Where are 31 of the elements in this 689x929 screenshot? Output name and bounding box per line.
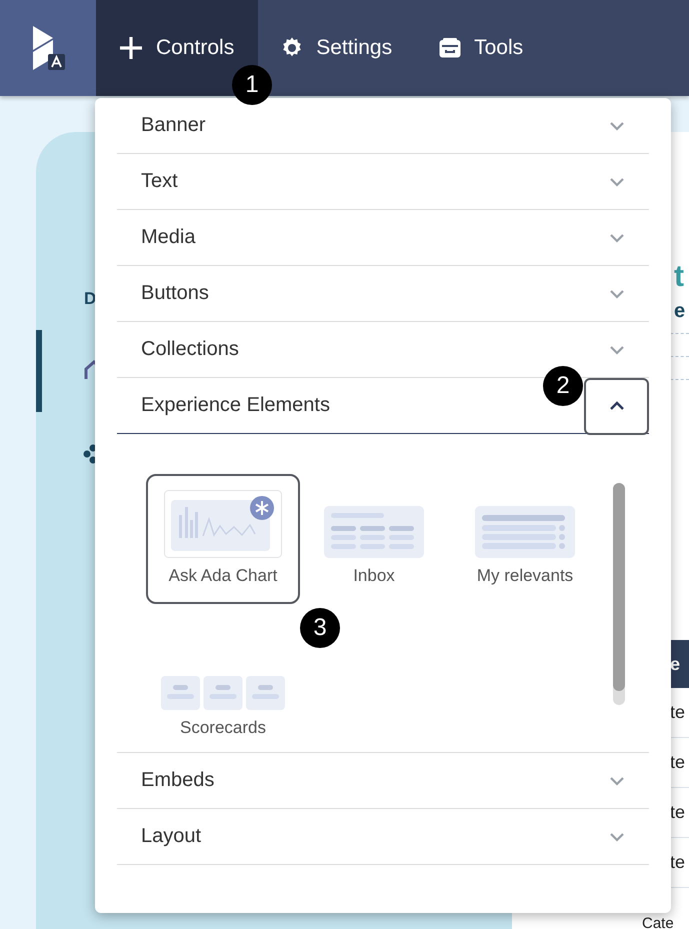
chevron-down-icon[interactable] [609, 832, 625, 842]
nav-tab[interactable]: Tools [416, 0, 548, 96]
logo-icon[interactable] [0, 0, 96, 96]
section-header[interactable]: Layout [117, 809, 649, 865]
toolbox-icon [438, 37, 462, 59]
chevron-down-icon[interactable] [609, 288, 625, 298]
chevron-down-icon[interactable] [609, 344, 625, 354]
element-tile[interactable]: Inbox [297, 474, 451, 604]
collapse-button[interactable] [584, 378, 649, 434]
plus-icon [118, 35, 144, 61]
sidebar-heading: D [84, 289, 96, 309]
chevron-down-icon[interactable] [609, 176, 625, 186]
scrollbar-thumb[interactable] [613, 483, 625, 691]
section-header[interactable]: Media [117, 210, 649, 266]
page-subheading: e [674, 300, 686, 323]
page-heading: t [674, 260, 685, 294]
element-tile[interactable]: Ask Ada Chart [146, 474, 300, 604]
chevron-down-icon[interactable] [609, 232, 625, 242]
list-thumbnail-icon [475, 506, 575, 558]
chevron-down-icon[interactable] [609, 776, 625, 786]
section-header[interactable]: Text [117, 154, 649, 210]
table-cell-text: Cate [641, 914, 675, 929]
chart-thumbnail-icon [164, 490, 282, 558]
table-thumbnail-icon [324, 506, 424, 558]
section-header[interactable]: Embeds [117, 753, 649, 809]
element-tile[interactable]: My relevants [448, 474, 602, 604]
chevron-down-icon[interactable] [609, 120, 625, 130]
chevron-up-icon [608, 401, 624, 411]
scorecards-thumbnail-icon [161, 676, 285, 710]
section-header[interactable]: Buttons [117, 266, 649, 322]
element-tile[interactable]: Scorecards [146, 626, 300, 756]
